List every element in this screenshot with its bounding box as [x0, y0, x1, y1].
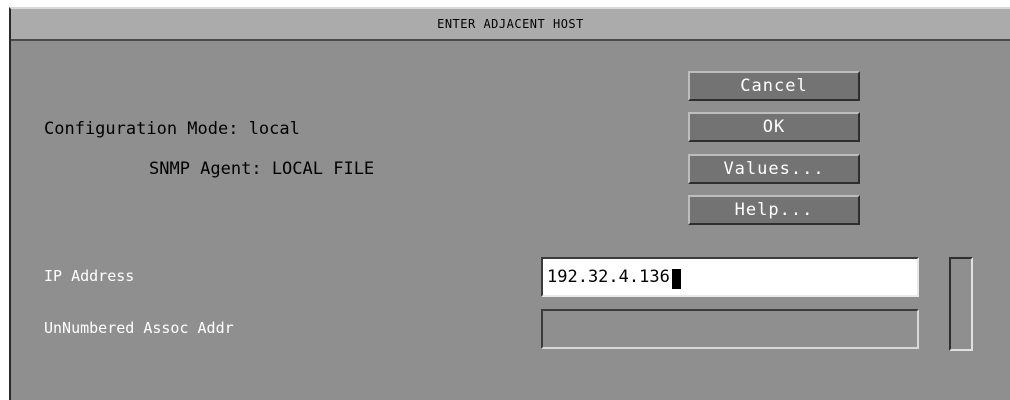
- help-button[interactable]: Help...: [688, 195, 860, 225]
- window-title: ENTER ADJACENT HOST: [437, 17, 584, 31]
- values-button-label: Values...: [723, 159, 825, 179]
- ok-button[interactable]: OK: [688, 112, 860, 142]
- snmp-agent-text: SNMP Agent: LOCAL FILE: [149, 159, 375, 179]
- ip-address-label: IP Address: [44, 267, 135, 285]
- ip-address-input[interactable]: 192.32.4.136: [541, 257, 919, 297]
- unnumbered-assoc-addr-label: UnNumbered Assoc Addr: [44, 319, 234, 337]
- configuration-mode-text: Configuration Mode: local: [44, 119, 300, 139]
- window-titlebar[interactable]: ENTER ADJACENT HOST: [11, 9, 1010, 41]
- vertical-scrollbar[interactable]: [949, 257, 973, 351]
- unnumbered-assoc-addr-input[interactable]: [541, 309, 919, 349]
- values-button[interactable]: Values...: [688, 154, 860, 184]
- help-button-label: Help...: [734, 200, 814, 220]
- ok-button-label: OK: [762, 117, 786, 137]
- text-cursor: [671, 269, 681, 289]
- ip-address-value: 192.32.4.136: [547, 267, 670, 287]
- cancel-button-label: Cancel: [740, 76, 808, 96]
- dialog-window: ENTER ADJACENT HOST Configuration Mode: …: [9, 7, 1010, 400]
- cancel-button[interactable]: Cancel: [688, 71, 860, 101]
